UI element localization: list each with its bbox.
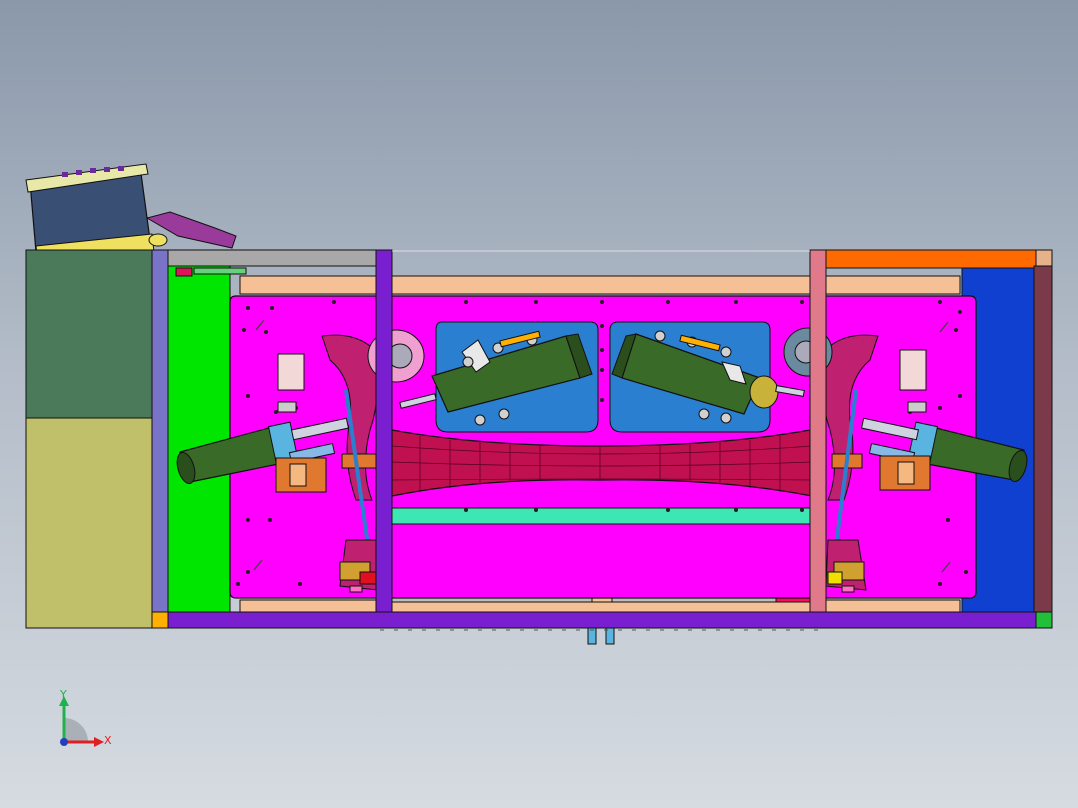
orange-top-bar xyxy=(825,249,1037,269)
teal-crossbar xyxy=(389,507,811,525)
hinge-pin xyxy=(148,233,168,247)
left-post xyxy=(151,249,169,629)
corner-block-right xyxy=(1035,611,1053,629)
fixture-model[interactable]: Y X xyxy=(0,0,1078,808)
side-panel-lower xyxy=(25,417,155,629)
bottom-fittings xyxy=(380,627,820,645)
y-axis-label: Y xyxy=(59,688,67,701)
green-rail xyxy=(167,265,231,613)
right-post xyxy=(1033,265,1053,613)
triad-plane xyxy=(64,718,88,742)
cad-viewport[interactable]: Y X xyxy=(0,0,1078,808)
top-peach-rail xyxy=(239,275,961,295)
view-triad: Y X xyxy=(59,688,112,747)
top-edge xyxy=(392,250,810,252)
x-axis-label: X xyxy=(104,734,112,747)
left-vertical-post xyxy=(375,249,393,613)
right-vertical-post xyxy=(809,249,827,613)
bottom-frame-bar xyxy=(167,611,1037,629)
triad-origin xyxy=(60,738,68,746)
corner-block-left xyxy=(151,611,169,629)
corner-block-top-right xyxy=(1035,249,1053,269)
red-tab-left xyxy=(175,267,193,277)
top-strip-left xyxy=(167,249,387,267)
green-tab xyxy=(193,267,247,275)
controller-box xyxy=(25,163,237,263)
cylinder-cap xyxy=(749,375,779,409)
